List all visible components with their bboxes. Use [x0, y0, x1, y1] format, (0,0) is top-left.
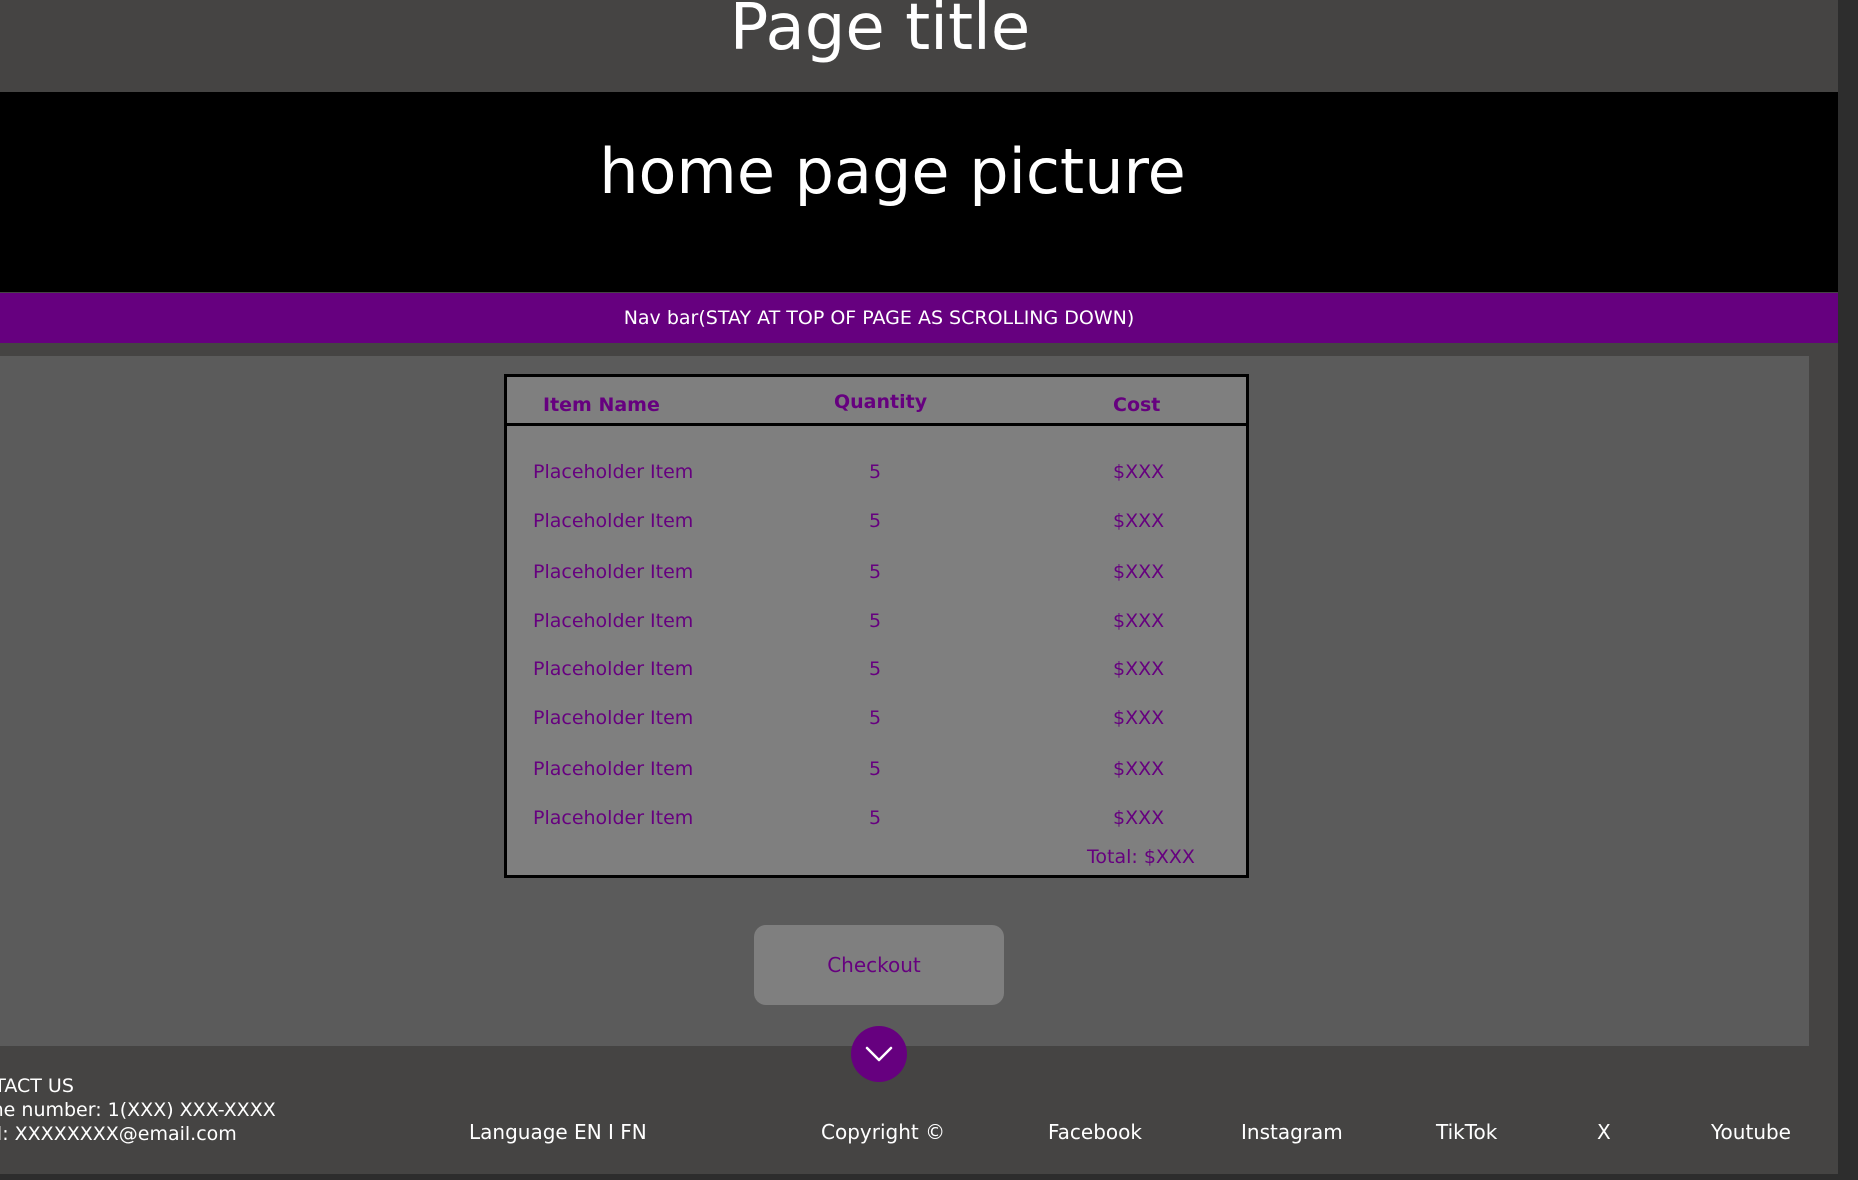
table-row: Placeholder Item 5 $XXX [507, 806, 1246, 832]
title-bar: Page title [0, 0, 1838, 92]
contact-phone: one number: 1(XXX) XXX-XXXX [0, 1099, 276, 1121]
cost-cell: $XXX [1113, 707, 1165, 729]
copyright-text: Copyright © [821, 1120, 946, 1144]
item-name-cell: Placeholder Item [533, 807, 694, 829]
chevron-down-icon [865, 1046, 893, 1062]
contact-email[interactable]: ail: XXXXXXXX@email.com [0, 1122, 276, 1146]
quantity-cell: 5 [869, 610, 882, 632]
nav-bar-label: Nav bar(STAY AT TOP OF PAGE AS SCROLLING… [623, 307, 1135, 329]
scroll-down-button[interactable] [851, 1026, 907, 1082]
page: Page title home page picture Nav bar(STA… [0, 0, 1858, 1180]
nav-bar[interactable]: Nav bar(STAY AT TOP OF PAGE AS SCROLLING… [0, 293, 1838, 343]
quantity-cell: 5 [869, 461, 882, 483]
cost-cell: $XXX [1113, 807, 1165, 829]
cost-cell: $XXX [1113, 510, 1165, 532]
column-header-cost: Cost [1113, 394, 1161, 416]
x-link[interactable]: X [1597, 1120, 1611, 1144]
table-row: Placeholder Item 5 $XXX [507, 509, 1246, 535]
table-row: Placeholder Item 5 $XXX [507, 706, 1246, 732]
quantity-cell: 5 [869, 758, 882, 780]
checkout-button[interactable]: Checkout [754, 925, 1004, 1005]
table-row: Placeholder Item 5 $XXX [507, 657, 1246, 683]
quantity-cell: 5 [869, 707, 882, 729]
cost-cell: $XXX [1113, 610, 1165, 632]
tiktok-link[interactable]: TikTok [1436, 1120, 1497, 1144]
quantity-cell: 5 [869, 658, 882, 680]
language-selector[interactable]: Language EN I FN [469, 1120, 647, 1144]
item-name-cell: Placeholder Item [533, 758, 694, 780]
table-row: Placeholder Item 5 $XXX [507, 757, 1246, 783]
column-header-quantity: Quantity [834, 391, 928, 413]
scrollbar-track [1838, 0, 1858, 1180]
item-name-cell: Placeholder Item [533, 658, 694, 680]
bottom-edge [0, 1174, 1858, 1180]
contact-heading: NTACT US [0, 1075, 74, 1097]
table-row: Placeholder Item 5 $XXX [507, 460, 1246, 486]
instagram-link[interactable]: Instagram [1241, 1120, 1343, 1144]
cart-total: Total: $XXX [1087, 846, 1195, 868]
cost-cell: $XXX [1113, 758, 1165, 780]
quantity-cell: 5 [869, 807, 882, 829]
cost-cell: $XXX [1113, 658, 1165, 680]
table-header-row: Item Name Quantity Cost [507, 377, 1246, 426]
item-name-cell: Placeholder Item [533, 461, 694, 483]
contact-info: NTACT US one number: 1(XXX) XXX-XXXX ail… [0, 1074, 276, 1146]
quantity-cell: 5 [869, 561, 882, 583]
item-name-cell: Placeholder Item [533, 610, 694, 632]
youtube-link[interactable]: Youtube [1711, 1120, 1791, 1144]
home-page-picture: home page picture [0, 92, 1838, 292]
item-name-cell: Placeholder Item [533, 561, 694, 583]
cart-table: Item Name Quantity Cost Placeholder Item… [504, 374, 1249, 878]
cost-cell: $XXX [1113, 461, 1165, 483]
quantity-cell: 5 [869, 510, 882, 532]
item-name-cell: Placeholder Item [533, 510, 694, 532]
table-row: Placeholder Item 5 $XXX [507, 609, 1246, 635]
page-title: Page title [729, 0, 1031, 65]
hero-text: home page picture [599, 135, 1186, 208]
column-header-item-name: Item Name [543, 394, 660, 416]
table-row: Placeholder Item 5 $XXX [507, 560, 1246, 586]
item-name-cell: Placeholder Item [533, 707, 694, 729]
cost-cell: $XXX [1113, 561, 1165, 583]
facebook-link[interactable]: Facebook [1048, 1120, 1142, 1144]
